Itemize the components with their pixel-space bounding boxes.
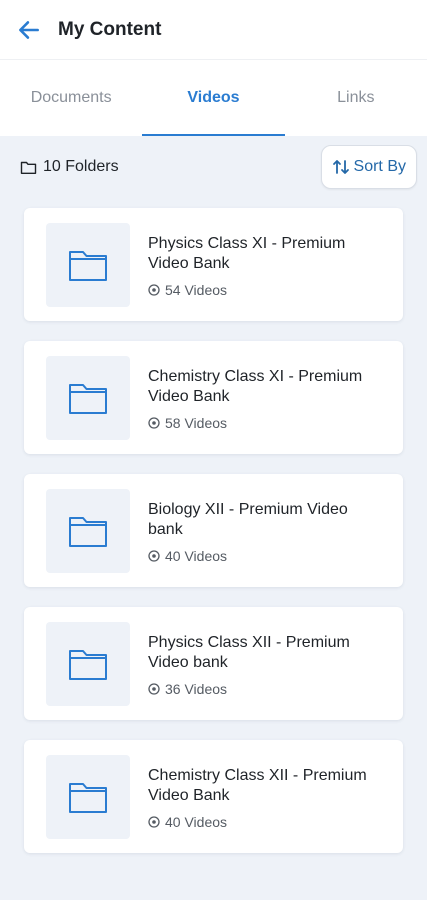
folder-title: Physics Class XI - Premium Video Bank [148, 234, 346, 272]
sort-by-button[interactable]: Sort By [320, 145, 417, 189]
sort-by-label: Sort By [353, 158, 406, 175]
folder-title: Physics Class XII - Premium Video bank [148, 633, 350, 671]
folder-meta: 40 Videos [148, 548, 381, 564]
tab-videos[interactable]: Videos [142, 60, 285, 136]
header-bar: My Content [0, 0, 427, 60]
arrow-left-icon [19, 20, 39, 39]
folder-meta: 40 Videos [148, 814, 381, 830]
folder-count: 10 Folders [20, 158, 119, 176]
folder-thumbnail [46, 621, 130, 706]
tab-bar: Documents Videos Links [0, 60, 427, 136]
folder-icon [69, 782, 107, 813]
video-count: 36 Videos [165, 680, 228, 697]
video-count: 54 Videos [165, 281, 228, 298]
folder-card[interactable]: Biology XII - Premium Video bank 40 Vide… [24, 474, 403, 587]
play-circle-icon [148, 416, 160, 429]
tab-documents[interactable]: Documents [0, 60, 142, 136]
play-circle-icon [148, 283, 160, 296]
folder-title: Chemistry Class XI - Premium Video Bank [148, 367, 363, 405]
folder-card[interactable]: Chemistry Class XII - Premium Video Bank… [24, 740, 403, 853]
folder-title: Chemistry Class XII - Premium Video Bank [148, 766, 367, 804]
folder-list: Physics Class XI - Premium Video Bank 54… [0, 198, 427, 853]
play-circle-icon [148, 815, 160, 828]
folder-title: Biology XII - Premium Video bank [148, 500, 348, 538]
folder-count-label: 10 Folders [43, 158, 119, 175]
folder-meta: 54 Videos [148, 282, 381, 298]
back-button[interactable] [0, 0, 54, 60]
list-toolbar: 10 Folders Sort By [0, 136, 427, 198]
folder-thumbnail [46, 222, 130, 307]
folder-thumbnail [46, 355, 130, 440]
tab-links[interactable]: Links [285, 60, 427, 136]
video-count: 58 Videos [165, 414, 228, 431]
sort-icon [332, 160, 349, 174]
folder-outline-icon [20, 161, 37, 174]
folder-icon [69, 516, 107, 547]
folder-thumbnail [46, 488, 130, 573]
folder-thumbnail [46, 754, 130, 839]
folder-card[interactable]: Chemistry Class XI - Premium Video Bank … [24, 341, 403, 454]
video-count: 40 Videos [165, 547, 228, 564]
page-title: My Content [58, 18, 162, 40]
folder-card[interactable]: Physics Class XII - Premium Video bank 3… [24, 607, 403, 720]
video-count: 40 Videos [165, 813, 228, 830]
play-circle-icon [148, 682, 160, 695]
play-circle-icon [148, 549, 160, 562]
folder-icon [69, 250, 107, 281]
folder-meta: 36 Videos [148, 681, 381, 697]
folder-card[interactable]: Physics Class XI - Premium Video Bank 54… [24, 208, 403, 321]
folder-meta: 58 Videos [148, 415, 381, 431]
app-root: My Content Documents Videos Links 10 Fol… [0, 0, 427, 900]
folder-icon [69, 649, 107, 680]
folder-icon [69, 383, 107, 414]
